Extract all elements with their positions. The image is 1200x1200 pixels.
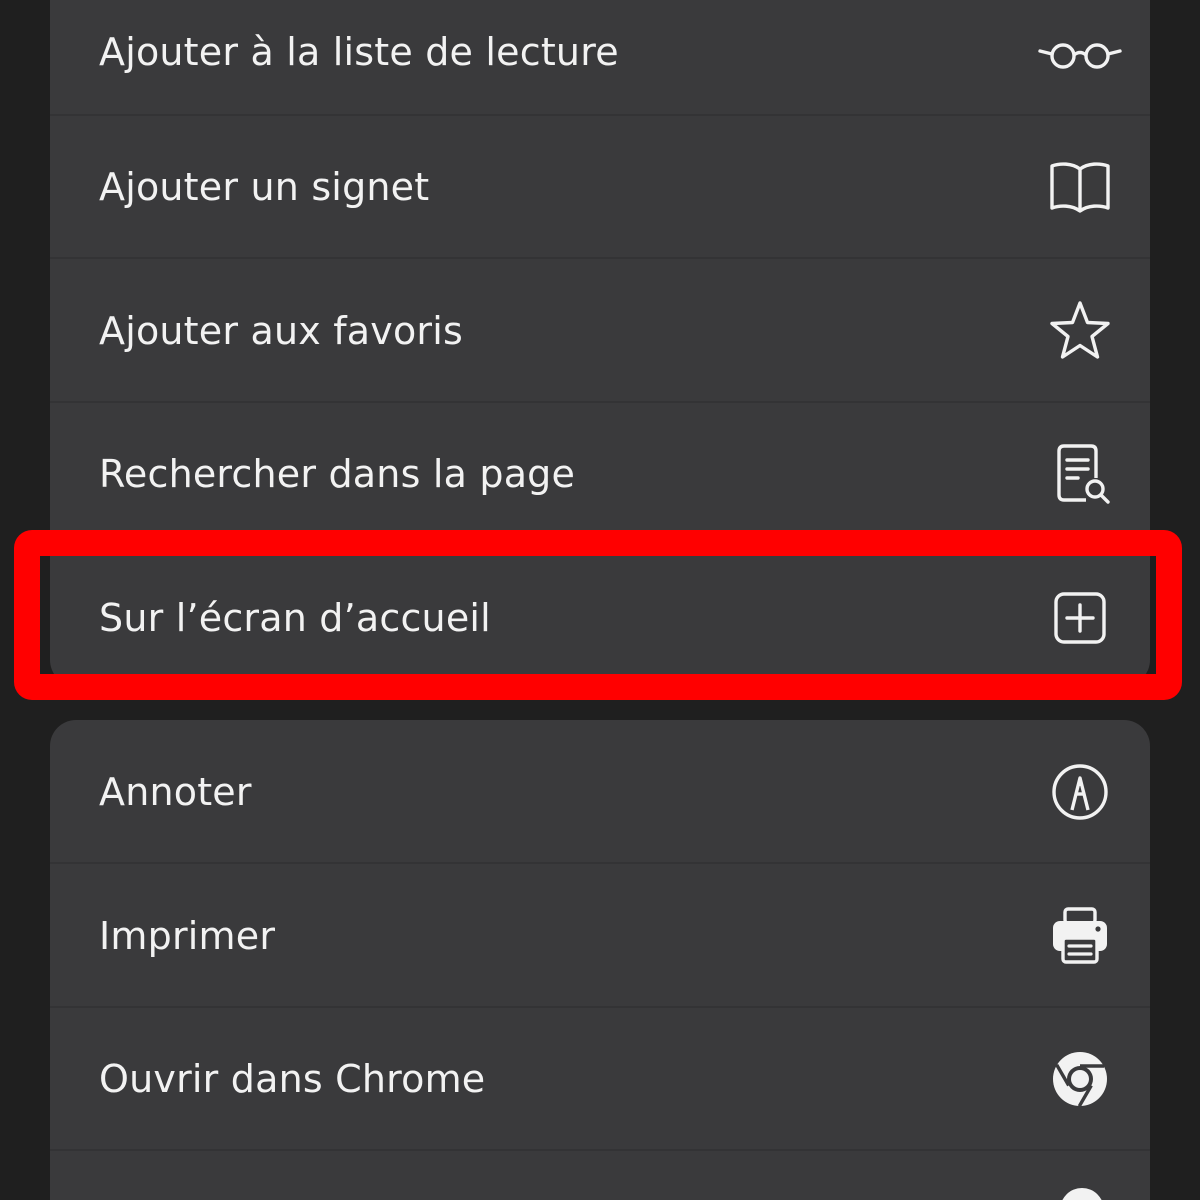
glasses-icon	[1038, 20, 1122, 84]
menu-item-label: Imprimer	[99, 913, 276, 958]
menu-item-markup[interactable]: Annoter	[50, 720, 1150, 863]
menu-item-print[interactable]: Imprimer	[50, 864, 1150, 1007]
menu-group-actions: Ajouter à la liste de lecture Ajouter un…	[50, 0, 1150, 686]
menu-item-find-in-page[interactable]: Rechercher dans la page	[50, 402, 1150, 545]
menu-item-bookmark[interactable]: Ajouter un signet	[50, 115, 1150, 258]
book-icon	[1048, 155, 1112, 219]
menu-item-label: Ajouter à la liste de lecture	[99, 29, 619, 74]
menu-item-label: Ouvrir dans Chrome	[99, 1056, 486, 1101]
plus-square-icon	[1048, 586, 1112, 650]
menu-item-label: Ajouter aux favoris	[99, 308, 463, 353]
menu-item-label: Rechercher dans la page	[99, 451, 576, 496]
share-sheet-screen: Ajouter à la liste de lecture Ajouter un…	[0, 0, 1200, 1200]
menu-item-label: Ajouter un signet	[99, 164, 430, 209]
star-icon	[1048, 299, 1112, 363]
menu-item-label: Sur l’écran d’accueil	[99, 595, 491, 640]
markup-pen-icon	[1048, 760, 1112, 824]
menu-separator	[50, 1149, 1150, 1151]
menu-item-open-in-chrome[interactable]: Ouvrir dans Chrome	[50, 1007, 1150, 1150]
menu-group-more: Annoter Imprimer Ouvrir dans Chrome	[50, 720, 1150, 1200]
printer-icon	[1048, 904, 1112, 968]
document-search-icon	[1048, 442, 1112, 506]
menu-item-add-to-home-screen[interactable]: Sur l’écran d’accueil	[50, 546, 1150, 689]
menu-item-reading-list[interactable]: Ajouter à la liste de lecture	[50, 0, 1150, 123]
menu-item-favorites[interactable]: Ajouter aux favoris	[50, 259, 1150, 402]
menu-item-label: Annoter	[99, 769, 252, 814]
chrome-icon	[1048, 1047, 1112, 1111]
